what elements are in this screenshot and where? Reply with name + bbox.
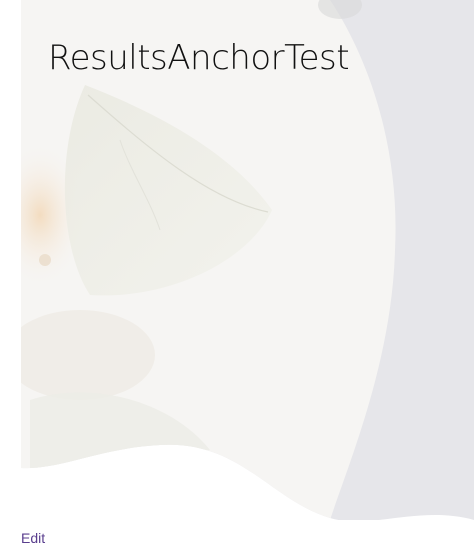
hero-banner (0, 0, 474, 520)
page-title: ResultsAnchorTest (48, 38, 350, 78)
page: ResultsAnchorTest Edit (0, 0, 474, 551)
edit-link[interactable]: Edit (21, 530, 45, 546)
hero-image (0, 0, 474, 520)
